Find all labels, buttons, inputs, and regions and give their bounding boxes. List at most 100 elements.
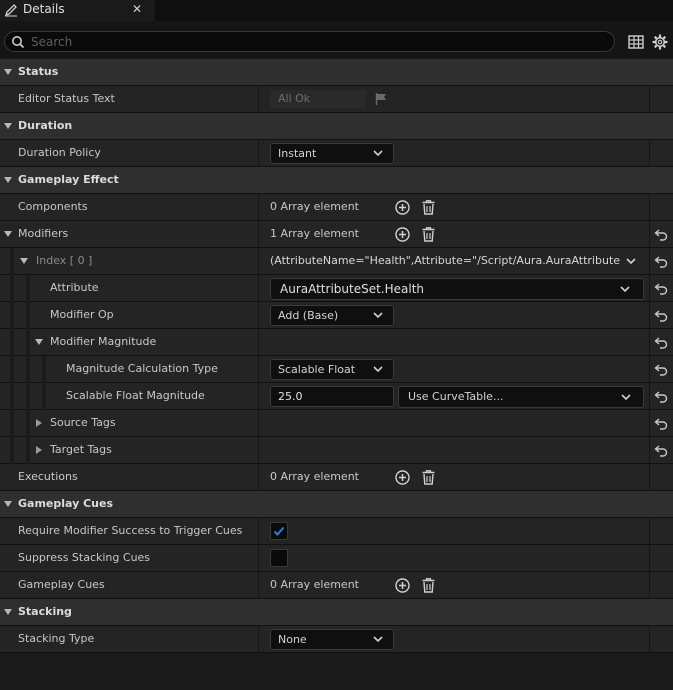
- flag-icon[interactable]: [374, 92, 388, 106]
- expand-arrow-icon[interactable]: [36, 446, 42, 454]
- reset-to-default-icon[interactable]: [654, 228, 668, 241]
- collapse-arrow-icon[interactable]: [4, 69, 12, 75]
- property-stacking-type: Stacking Type None: [0, 626, 673, 653]
- property-label: Index [ 0 ]: [36, 254, 93, 267]
- collapse-arrow-icon[interactable]: [4, 231, 12, 237]
- property-label: Gameplay Cues: [18, 578, 105, 591]
- reset-to-default-icon[interactable]: [654, 363, 668, 376]
- property-index-0: Index [ 0 ] (AttributeName="Health",Attr…: [0, 248, 673, 275]
- trash-icon[interactable]: [420, 226, 437, 243]
- gear-icon[interactable]: [651, 33, 669, 51]
- reset-to-default-icon[interactable]: [654, 309, 668, 322]
- collapse-arrow-icon[interactable]: [4, 123, 12, 129]
- property-gameplay-cues: Gameplay Cues 0 Array element: [0, 572, 673, 599]
- array-count: 0 Array element: [270, 470, 359, 483]
- reset-to-default-icon[interactable]: [654, 282, 668, 295]
- chevron-down-icon: [373, 150, 383, 157]
- property-label: Editor Status Text: [18, 92, 115, 105]
- collapse-arrow-icon[interactable]: [20, 258, 28, 264]
- property-suppress-stacking-cues: Suppress Stacking Cues: [0, 545, 673, 572]
- chevron-down-icon[interactable]: [626, 258, 636, 265]
- pencil-icon: [4, 4, 17, 17]
- magnitude-value-input[interactable]: 25.0: [270, 386, 394, 407]
- collapse-arrow-icon[interactable]: [4, 609, 12, 615]
- property-label: Attribute: [50, 281, 99, 294]
- add-element-icon[interactable]: [394, 199, 411, 216]
- add-element-icon[interactable]: [394, 577, 411, 594]
- property-executions: Executions 0 Array element: [0, 464, 673, 491]
- property-label: Stacking Type: [18, 632, 95, 645]
- search-icon: [12, 36, 25, 49]
- category-duration[interactable]: Duration: [0, 113, 673, 140]
- chevron-down-icon: [373, 366, 383, 373]
- property-attribute: Attribute AuraAttributeSet.Health: [0, 275, 673, 302]
- category-stacking[interactable]: Stacking: [0, 599, 673, 626]
- collapse-arrow-icon[interactable]: [4, 501, 12, 507]
- checkmark-icon: [273, 526, 285, 536]
- reset-to-default-icon[interactable]: [654, 336, 668, 349]
- reset-to-default-icon[interactable]: [654, 390, 668, 403]
- trash-icon[interactable]: [420, 199, 437, 216]
- property-require-modifier-success: Require Modifier Success to Trigger Cues: [0, 518, 673, 545]
- search-box[interactable]: [4, 31, 615, 52]
- property-label: Modifier Magnitude: [50, 335, 157, 348]
- stacking-type-dropdown[interactable]: None: [270, 629, 394, 650]
- editor-status-field: All Ok: [270, 90, 366, 108]
- table-icon[interactable]: [627, 33, 645, 51]
- struct-value: (AttributeName="Health",Attribute="/Scri…: [270, 254, 620, 267]
- property-label: Components: [18, 200, 88, 213]
- property-modifiers: Modifiers 1 Array element: [0, 221, 673, 248]
- empty-area: [0, 656, 673, 690]
- tab-title: Details: [23, 2, 65, 16]
- chevron-down-icon: [621, 394, 631, 401]
- search-input[interactable]: [31, 33, 611, 50]
- chevron-down-icon: [373, 636, 383, 643]
- details-panel: Status Editor Status Text All Ok Duratio…: [0, 59, 673, 653]
- tab-details[interactable]: Details ✕: [0, 0, 155, 21]
- curve-table-dropdown[interactable]: Use CurveTable...: [398, 386, 644, 408]
- property-modifier-magnitude: Modifier Magnitude: [0, 329, 673, 356]
- add-element-icon[interactable]: [394, 469, 411, 486]
- search-bar: [0, 21, 673, 61]
- array-count: 1 Array element: [270, 227, 359, 240]
- property-label: Modifiers: [18, 227, 69, 240]
- trash-icon[interactable]: [420, 577, 437, 594]
- trash-icon[interactable]: [420, 469, 437, 486]
- property-scalable-float-magnitude: Scalable Float Magnitude 25.0 Use CurveT…: [0, 383, 673, 410]
- collapse-arrow-icon[interactable]: [4, 177, 12, 183]
- property-label: Duration Policy: [18, 146, 101, 159]
- property-components: Components 0 Array element: [0, 194, 673, 221]
- category-gameplay-cues[interactable]: Gameplay Cues: [0, 491, 673, 518]
- close-icon[interactable]: ✕: [132, 1, 142, 18]
- property-label: Require Modifier Success to Trigger Cues: [18, 524, 243, 537]
- expand-arrow-icon[interactable]: [36, 419, 42, 427]
- suppress-stacking-checkbox[interactable]: [270, 549, 288, 567]
- property-label: Target Tags: [50, 443, 112, 456]
- chevron-down-icon: [373, 312, 383, 319]
- property-source-tags: Source Tags: [0, 410, 673, 437]
- collapse-arrow-icon[interactable]: [35, 339, 43, 345]
- tab-bar: Details ✕: [0, 0, 673, 21]
- property-target-tags: Target Tags: [0, 437, 673, 464]
- duration-policy-dropdown[interactable]: Instant: [270, 143, 394, 164]
- calculation-type-dropdown[interactable]: Scalable Float: [270, 359, 394, 380]
- property-editor-status-text: Editor Status Text All Ok: [0, 86, 673, 113]
- attribute-dropdown[interactable]: AuraAttributeSet.Health: [270, 278, 644, 300]
- property-modifier-op: Modifier Op Add (Base): [0, 302, 673, 329]
- add-element-icon[interactable]: [394, 226, 411, 243]
- property-label: Suppress Stacking Cues: [18, 551, 151, 564]
- property-duration-policy: Duration Policy Instant: [0, 140, 673, 167]
- require-success-checkbox[interactable]: [270, 522, 288, 540]
- reset-to-default-icon[interactable]: [654, 444, 668, 457]
- reset-to-default-icon[interactable]: [654, 255, 668, 268]
- property-label: Source Tags: [50, 416, 116, 429]
- category-status[interactable]: Status: [0, 59, 673, 86]
- property-label: Modifier Op: [50, 308, 114, 321]
- modifier-op-dropdown[interactable]: Add (Base): [270, 305, 394, 326]
- property-label: Magnitude Calculation Type: [66, 362, 218, 375]
- array-count: 0 Array element: [270, 578, 359, 591]
- reset-to-default-icon[interactable]: [654, 417, 668, 430]
- category-gameplay-effect[interactable]: Gameplay Effect: [0, 167, 673, 194]
- property-magnitude-calculation-type: Magnitude Calculation Type Scalable Floa…: [0, 356, 673, 383]
- property-label: Executions: [18, 470, 78, 483]
